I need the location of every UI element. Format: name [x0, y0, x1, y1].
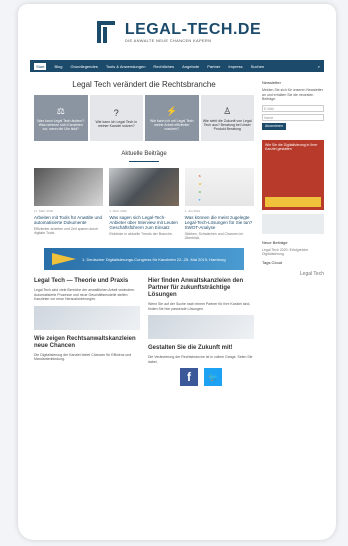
post-thumbnail[interactable] [109, 168, 179, 206]
recent-label: Neue Beiträge [262, 239, 288, 245]
feature-text: Wie kann ich mit Legal Tech meine Arbeit… [149, 118, 194, 131]
section-title: Aktuelle Beiträge [121, 151, 167, 157]
sidebar: Newsletter Melden Sie sich für unseren N… [262, 80, 324, 277]
nav-item-angebote[interactable]: Angebote [182, 64, 199, 69]
swot-letter: W [198, 182, 202, 186]
paragraph: Wenn Sie auf der Suche nach einem Partne… [148, 302, 251, 311]
section-heading: Gestalten Sie die Zukunft mit! [148, 345, 233, 351]
newsletter-text: Melden Sie sich für unseren Newsletter a… [262, 88, 323, 101]
nav-item-partner[interactable]: Partner [207, 64, 220, 69]
paragraph: Die Veränderung der Rechtsbranche ist in… [148, 355, 253, 364]
feature-box-3[interactable]: ⚡ Wie kann ich mit Legal Tech meine Arbe… [145, 95, 199, 141]
arrow-icon [52, 253, 76, 265]
sidebar-ad[interactable]: Wie Sie die Digitalisierung in Ihrer Kan… [262, 139, 324, 210]
section-heading: Hier finden Anwaltskanzleien den Partner… [148, 278, 244, 298]
swot-letter: T [198, 198, 201, 202]
left-column: Legal Tech — Theorie und Praxis Legal Te… [34, 278, 140, 386]
page-container: LEGAL-TECH.DE DIE ANWALTE NEUE CHANCEN K… [18, 4, 336, 540]
post-card[interactable]: S W O T 1. Juli 2019 Was können die meis… [184, 168, 254, 240]
nav-item-suchen[interactable]: Suchen [251, 64, 265, 69]
search-icon[interactable]: ⌕ [318, 64, 320, 69]
right-column: Hier finden Anwaltskanzleien den Partner… [148, 278, 254, 386]
tags-label: Tags Cloud [262, 259, 283, 265]
nav-item-rechtliches[interactable]: Rechtliches [153, 64, 174, 69]
name-field[interactable]: Name [262, 113, 324, 121]
ad-text: Wie Sie die Digitalisierung in Ihrer Kan… [265, 142, 318, 152]
post-title[interactable]: Arbeiten mit Tools für Anwälte und autom… [34, 215, 103, 225]
feature-text: Wie kann ich Legal Tech in meiner Kanzle… [95, 120, 138, 128]
post-excerpt: Einblicke in aktuelle Trends der Branche… [109, 232, 173, 236]
content-image [148, 315, 254, 339]
paragraph: Legal Tech wird viele Bereiche der anwal… [34, 288, 136, 301]
site-header: LEGAL-TECH.DE DIE ANWALTE NEUE CHANCEN K… [18, 4, 336, 60]
gavel-icon: ⚖ [56, 105, 65, 116]
banner-text: 1. Deutscher Digitalisierungs-Congress f… [82, 256, 226, 262]
main-nav: Start Blog Grundlegendes Tools & Anwendu… [30, 60, 324, 72]
nav-item-start[interactable]: Start [34, 62, 47, 70]
logo-title: LEGAL-TECH.DE [124, 20, 262, 38]
email-field[interactable]: E-Mail [262, 104, 324, 112]
person-icon: ♙ [223, 105, 232, 116]
subscribe-button[interactable]: Abonnieren [262, 122, 286, 130]
post-date: 17. März 2020 [34, 209, 54, 213]
page-title: Legal Tech verändert die Rechtsbranche [72, 80, 216, 89]
feature-box-4[interactable]: ♙ Wie sieht die Zukunft von Legal Tech a… [200, 95, 254, 141]
feature-box-2[interactable]: ? Wie kann ich Legal Tech in meiner Kanz… [89, 95, 143, 141]
sidebar-ad-secondary[interactable] [262, 213, 324, 234]
event-banner[interactable]: 1. Deutscher Digitalisierungs-Congress f… [44, 248, 244, 270]
post-date: 1. Juli 2019 [184, 209, 201, 213]
nav-item-impress[interactable]: Impress [228, 64, 242, 69]
post-title[interactable]: Was sagen sich Legal-Tech-Anbieter über … [109, 215, 178, 230]
lightning-icon: ⚡ [166, 105, 178, 116]
logo-icon[interactable] [93, 19, 119, 45]
social-links: f 🐦 [148, 368, 254, 386]
twitter-icon[interactable]: 🐦 [204, 368, 222, 386]
facebook-icon[interactable]: f [180, 368, 198, 386]
post-card[interactable]: 1. März 2020 Was sagen sich Legal-Tech-A… [109, 168, 179, 240]
post-title[interactable]: Was können die meist zugelegte Legal-Tec… [185, 215, 254, 230]
feature-box-1[interactable]: ⚖ Was kann Legal Tech ändern? Was nehmen… [34, 95, 88, 141]
main-content: Legal Tech verändert die Rechtsbranche ⚖… [34, 80, 254, 386]
swot-letter: S [198, 174, 201, 178]
nav-item-tools[interactable]: Tools & Anwendungen [106, 64, 146, 69]
feature-text: Was kann Legal Tech ändern? Was nehmen s… [37, 118, 85, 131]
content-image [34, 305, 140, 330]
post-excerpt: Stärken, Schwächen und Chancen im Überbl… [184, 232, 244, 240]
newsletter-label: Newsletter [262, 80, 281, 85]
post-list: 17. März 2020 Arbeiten mit Tools für Anw… [34, 168, 254, 240]
paragraph: Die Digitalisierung der Kanzlei bietet C… [34, 352, 132, 362]
ad-accent [265, 196, 321, 207]
question-icon: ? [113, 108, 119, 118]
feature-boxes: ⚖ Was kann Legal Tech ändern? Was nehmen… [34, 95, 254, 141]
nav-item-blog[interactable]: Blog [54, 64, 62, 69]
post-excerpt: Effizienter arbeiten und Zeit sparen dur… [34, 227, 99, 235]
swot-letter: O [198, 190, 201, 194]
recent-post-link[interactable]: Legal Tech 2020: Erfolgreiche Digitalisi… [262, 248, 324, 257]
section-heading: Wie zeigen Rechtsanwaltskanzleien neue C… [34, 335, 136, 349]
nav-item-grundlegendes[interactable]: Grundlegendes [70, 64, 97, 69]
post-thumbnail[interactable] [34, 168, 104, 206]
post-card[interactable]: 17. März 2020 Arbeiten mit Tools für Anw… [34, 168, 104, 240]
post-date: 1. März 2020 [109, 209, 127, 213]
section-heading: Legal Tech — Theorie und Praxis [34, 278, 129, 284]
feature-text: Wie sieht die Zukunft von Legal Tech aus… [202, 118, 252, 131]
logo-tagline: DIE ANWALTE NEUE CHANCEN KAPERN [124, 37, 212, 43]
content-columns: Legal Tech — Theorie und Praxis Legal Te… [34, 278, 254, 386]
post-thumbnail[interactable]: S W O T [184, 168, 254, 206]
footer-brand[interactable]: Legal Tech [262, 271, 324, 277]
section-divider [129, 161, 159, 162]
logo[interactable]: LEGAL-TECH.DE DIE ANWALTE NEUE CHANCEN K… [124, 20, 262, 43]
